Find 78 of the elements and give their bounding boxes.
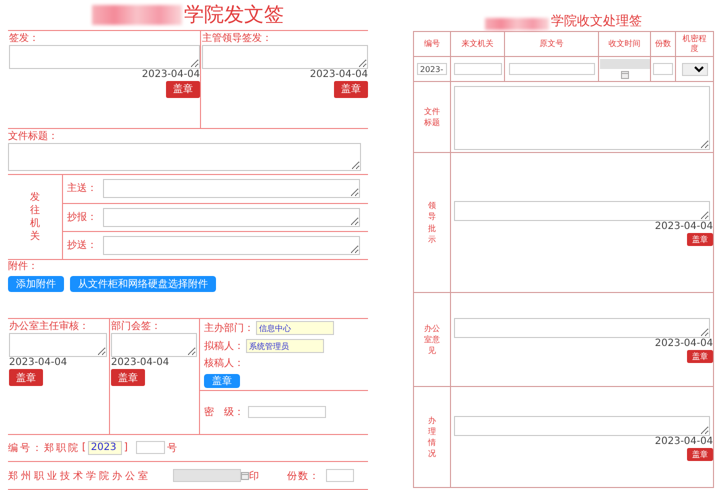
text-field[interactable]: 信息中心 bbox=[256, 321, 334, 336]
date-text: 2023-04-04 bbox=[654, 221, 713, 233]
date-text: 2023-04-04 bbox=[9, 357, 68, 370]
bracket-text: [ bbox=[82, 442, 86, 454]
comment-field[interactable] bbox=[454, 318, 710, 338]
text-field[interactable] bbox=[508, 63, 594, 75]
field-label: 密 级： bbox=[204, 406, 244, 419]
row-label: 办公室意见 bbox=[423, 322, 441, 356]
stamp-button[interactable]: 盖章 bbox=[111, 369, 145, 386]
number-field[interactable] bbox=[136, 441, 165, 454]
comment-field[interactable] bbox=[454, 201, 710, 221]
field-label: 部门会签： bbox=[111, 320, 162, 334]
comment-field[interactable] bbox=[202, 44, 368, 69]
comment-field[interactable] bbox=[9, 44, 200, 69]
form-title: 学院收文处理签 bbox=[551, 12, 642, 30]
text-field[interactable] bbox=[653, 63, 673, 75]
stamp-button[interactable]: 盖章 bbox=[687, 350, 713, 363]
suffix-text: 号 bbox=[166, 442, 177, 455]
column-header: 编号 bbox=[424, 39, 440, 49]
field-label: 主办部门： bbox=[204, 322, 254, 335]
field-label: 抄报： bbox=[67, 210, 97, 224]
date-field[interactable] bbox=[173, 469, 241, 482]
text-field[interactable]: 2023- bbox=[417, 63, 447, 75]
calendar-icon[interactable] bbox=[241, 472, 249, 480]
row-label: 文件标题 bbox=[423, 106, 441, 128]
section-label: 发往机关 bbox=[30, 191, 40, 244]
field-label: 附件： bbox=[8, 260, 39, 273]
column-header: 份数 bbox=[655, 39, 671, 49]
comment-field[interactable] bbox=[454, 416, 710, 436]
comment-field[interactable] bbox=[8, 143, 361, 172]
redaction-blur bbox=[485, 18, 549, 30]
date-text: 2023-04-04 bbox=[142, 68, 200, 81]
copies-field[interactable] bbox=[326, 469, 354, 482]
date-text: 2023-04-04 bbox=[654, 436, 713, 448]
field-label: 文件标题： bbox=[8, 130, 59, 144]
year-field[interactable]: 2023 bbox=[88, 440, 122, 455]
comment-field[interactable] bbox=[454, 86, 710, 150]
stamp-button[interactable]: 盖章 bbox=[334, 80, 368, 98]
attachment-button[interactable]: 添加附件 bbox=[8, 276, 64, 292]
field-label: 抄送： bbox=[67, 238, 97, 252]
stamp-button[interactable]: 盖章 bbox=[687, 448, 713, 460]
form-title: 学院发文签 bbox=[184, 3, 284, 28]
comment-field[interactable] bbox=[103, 179, 360, 198]
text-field[interactable] bbox=[454, 63, 502, 75]
number-prefix: 编号：郑职院 bbox=[8, 442, 80, 455]
text-field[interactable]: 系统管理员 bbox=[246, 339, 324, 354]
dropdown-field[interactable] bbox=[682, 62, 708, 76]
stamp-button[interactable]: 盖章 bbox=[204, 374, 240, 388]
office-name: 郑州职业技术学院办公室 bbox=[8, 470, 151, 483]
field-label: 主管领导签发： bbox=[202, 32, 273, 45]
comment-field[interactable] bbox=[9, 333, 107, 358]
seal-text: 印 bbox=[249, 470, 259, 483]
stamp-button[interactable]: 盖章 bbox=[687, 233, 713, 246]
bracket-text: ] bbox=[124, 442, 128, 454]
stamp-button[interactable]: 盖章 bbox=[166, 80, 200, 98]
comment-field[interactable] bbox=[111, 333, 198, 358]
text-field[interactable] bbox=[248, 406, 326, 418]
column-header: 来文机关 bbox=[462, 39, 494, 49]
comment-field[interactable] bbox=[103, 208, 360, 227]
comment-field[interactable] bbox=[103, 236, 360, 255]
date-text: 2023-04-04 bbox=[654, 338, 713, 350]
field-label: 拟稿人： bbox=[204, 340, 244, 353]
field-label: 核稿人： bbox=[204, 357, 244, 370]
date-field[interactable] bbox=[600, 59, 650, 69]
row-label: 领导批示 bbox=[427, 200, 437, 245]
field-label: 签发： bbox=[9, 32, 40, 45]
field-label: 主送： bbox=[67, 182, 97, 196]
date-text: 2023-04-04 bbox=[310, 68, 368, 81]
row-label: 办理情况 bbox=[427, 414, 437, 460]
calendar-icon[interactable] bbox=[620, 71, 628, 79]
column-header: 收文时间 bbox=[608, 39, 640, 49]
column-header: 原文号 bbox=[540, 39, 564, 49]
date-text: 2023-04-04 bbox=[111, 357, 170, 370]
stamp-button[interactable]: 盖章 bbox=[9, 369, 43, 386]
field-label: 份数： bbox=[287, 470, 320, 483]
attachment-button[interactable]: 从文件柜和网络硬盘选择附件 bbox=[70, 276, 216, 292]
field-label: 办公室主任审核： bbox=[9, 320, 90, 334]
column-header: 机密程度 bbox=[682, 34, 706, 54]
